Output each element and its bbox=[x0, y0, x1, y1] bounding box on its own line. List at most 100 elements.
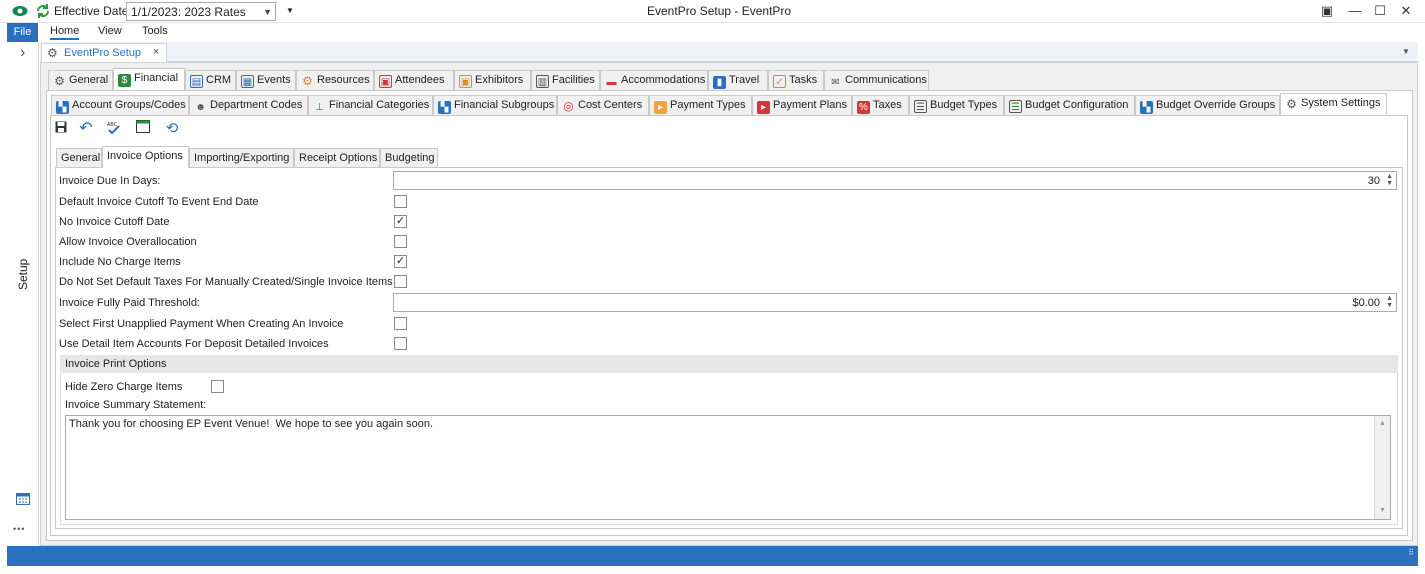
tab-communications[interactable]: ✉ Communications bbox=[824, 70, 929, 90]
tab-general[interactable]: ⚙ General bbox=[48, 70, 113, 90]
tab-label: Budget Override Groups bbox=[1156, 99, 1276, 111]
close-button[interactable]: ✕ bbox=[1394, 2, 1418, 20]
payment-plan-icon: ▸ bbox=[757, 101, 770, 114]
tab-accommodations[interactable]: ▬ Accommodations bbox=[600, 70, 708, 90]
tab-inner-importing-exporting[interactable]: Importing/Exporting bbox=[189, 148, 294, 168]
tab-label: General bbox=[61, 152, 101, 164]
tab-label: Budget Configuration bbox=[1025, 99, 1129, 111]
detail-accounts-checkbox[interactable] bbox=[394, 337, 407, 350]
setup-label-text: Setup bbox=[16, 258, 30, 290]
tab-department-codes[interactable]: ☻ Department Codes bbox=[189, 95, 308, 115]
spell-check-icon[interactable]: ABC bbox=[105, 120, 123, 138]
spin-icon[interactable]: ▲ ▼ bbox=[1386, 173, 1393, 187]
resize-grip-icon[interactable]: ⠿ bbox=[1408, 549, 1414, 557]
more-options-icon[interactable]: ••• bbox=[13, 524, 25, 534]
building-icon: ▥ bbox=[536, 75, 549, 88]
menu-home[interactable]: Home bbox=[50, 25, 80, 40]
tab-attendees[interactable]: ▣ Attendees bbox=[374, 70, 454, 90]
calendar-icon: ▦ bbox=[241, 75, 254, 88]
tab-resources[interactable]: ⚙ Resources bbox=[296, 70, 374, 90]
refresh-icon[interactable] bbox=[35, 3, 51, 19]
include-no-charge-checkbox[interactable]: ✓ bbox=[394, 255, 407, 268]
target-icon: ◎ bbox=[563, 99, 574, 113]
quick-access-dropdown-icon[interactable]: ▼ bbox=[286, 6, 294, 15]
bed-icon: ▬ bbox=[606, 77, 617, 88]
tab-label: CRM bbox=[206, 74, 232, 86]
tab-account-groups[interactable]: ▚ Account Groups/Codes bbox=[51, 95, 189, 115]
no-cutoff-checkbox[interactable]: ✓ bbox=[394, 215, 407, 228]
scroll-up-icon[interactable]: ▲ bbox=[1379, 420, 1386, 427]
close-tab-icon[interactable]: × bbox=[153, 46, 159, 58]
hide-zero-checkbox[interactable] bbox=[211, 380, 224, 393]
effective-date-label: Effective Date bbox=[54, 4, 129, 18]
detail-accounts-label: Use Detail Item Accounts For Deposit Det… bbox=[59, 338, 329, 350]
tab-payment-plans[interactable]: ▸ Payment Plans bbox=[752, 95, 852, 115]
document-tab-strip: ▼ bbox=[40, 42, 1418, 62]
calendar-nav-icon[interactable] bbox=[16, 492, 30, 508]
setup-nav-label[interactable]: Setup bbox=[7, 258, 39, 300]
ribbon-display-icon[interactable]: ▣ bbox=[1315, 2, 1339, 20]
document-tab-eventpro-setup[interactable]: ⚙ EventPro Setup × bbox=[41, 43, 167, 62]
tab-label: Communications bbox=[845, 74, 927, 86]
tab-payment-types[interactable]: ▸ Payment Types bbox=[649, 95, 752, 115]
no-default-taxes-checkbox[interactable] bbox=[394, 275, 407, 288]
allow-overallocation-checkbox[interactable] bbox=[394, 235, 407, 248]
app-logo-icon bbox=[12, 4, 28, 18]
tab-tasks[interactable]: ✓ Tasks bbox=[768, 70, 824, 90]
invoice-due-input[interactable]: 30 ▲ ▼ bbox=[393, 171, 1397, 190]
tab-inner-receipt-options[interactable]: Receipt Options bbox=[294, 148, 380, 168]
tab-exhibitors[interactable]: ▣ Exhibitors bbox=[454, 70, 531, 90]
tab-financial-subgroups[interactable]: ▚ Financial Subgroups bbox=[433, 95, 557, 115]
account-groups-icon: ▚ bbox=[56, 101, 69, 114]
tab-facilities[interactable]: ▥ Facilities bbox=[531, 70, 600, 90]
undo-icon[interactable]: ↶ bbox=[77, 120, 95, 138]
default-cutoff-checkbox[interactable] bbox=[394, 195, 407, 208]
tab-inner-invoice-options[interactable]: Invoice Options bbox=[102, 146, 189, 168]
summary-statement-textarea[interactable]: Thank you for choosing EP Event Venue! W… bbox=[65, 415, 1391, 520]
tab-travel[interactable]: ▮ Travel bbox=[708, 70, 768, 90]
budget-types-icon: ☰ bbox=[914, 100, 927, 113]
print-options-title: Invoice Print Options bbox=[65, 358, 167, 370]
suitcase-icon: ▮ bbox=[713, 76, 726, 89]
maximize-button[interactable]: ☐ bbox=[1368, 2, 1392, 20]
subgroups-icon: ▚ bbox=[438, 101, 451, 114]
expand-nav-icon[interactable]: › bbox=[20, 44, 25, 62]
tab-label: Events bbox=[257, 74, 291, 86]
tab-taxes[interactable]: % Taxes bbox=[852, 95, 909, 115]
gear-icon: ⚙ bbox=[1286, 97, 1297, 111]
window-title: EventPro Setup - EventPro bbox=[647, 4, 792, 18]
tab-budget-override-groups[interactable]: ▚ Budget Override Groups bbox=[1135, 95, 1280, 115]
history-icon[interactable]: ⟲ bbox=[163, 120, 181, 138]
gear-orange-icon: ⚙ bbox=[302, 74, 313, 88]
rate-select[interactable]: 1/1/2023: 2023 Rates ▼ bbox=[126, 2, 276, 21]
tab-label: System Settings bbox=[1301, 97, 1381, 109]
tab-inner-general[interactable]: General bbox=[56, 148, 102, 168]
save-icon[interactable] bbox=[52, 120, 70, 138]
minimize-button[interactable]: — bbox=[1343, 2, 1367, 20]
tab-crm[interactable]: ▤ CRM bbox=[185, 70, 236, 90]
select-first-payment-checkbox[interactable] bbox=[394, 317, 407, 330]
tab-financial[interactable]: $ Financial bbox=[113, 68, 185, 90]
allow-overallocation-label: Allow Invoice Overallocation bbox=[59, 236, 197, 248]
budget-config-icon: ☰ bbox=[1009, 100, 1022, 113]
tab-budget-types[interactable]: ☰ Budget Types bbox=[909, 95, 1004, 115]
tab-system-settings[interactable]: ⚙ System Settings bbox=[1280, 93, 1387, 115]
tab-budget-configuration[interactable]: ☰ Budget Configuration bbox=[1004, 95, 1135, 115]
tab-inner-budgeting[interactable]: Budgeting bbox=[380, 148, 438, 168]
tab-financial-categories[interactable]: ⊥ Financial Categories bbox=[308, 95, 433, 115]
scroll-down-icon[interactable]: ▼ bbox=[1379, 507, 1386, 514]
menu-view[interactable]: View bbox=[98, 25, 122, 37]
tab-label: Cost Centers bbox=[578, 99, 643, 111]
tab-cost-centers[interactable]: ◎ Cost Centers bbox=[557, 95, 649, 115]
tab-label: Financial bbox=[134, 72, 179, 84]
gear-icon: ⚙ bbox=[47, 46, 58, 60]
file-menu-button[interactable]: File bbox=[7, 23, 38, 42]
spin-icon[interactable]: ▲ ▼ bbox=[1386, 295, 1393, 309]
tab-label: General bbox=[69, 74, 109, 86]
window-icon[interactable] bbox=[134, 120, 152, 138]
menu-tools[interactable]: Tools bbox=[142, 25, 168, 37]
chevron-down-icon[interactable]: ▼ bbox=[1402, 47, 1410, 56]
paid-threshold-input[interactable]: $0.00 ▲ ▼ bbox=[393, 293, 1397, 312]
tab-events[interactable]: ▦ Events bbox=[236, 70, 296, 90]
scrollbar[interactable]: ▲ ▼ bbox=[1374, 416, 1390, 519]
